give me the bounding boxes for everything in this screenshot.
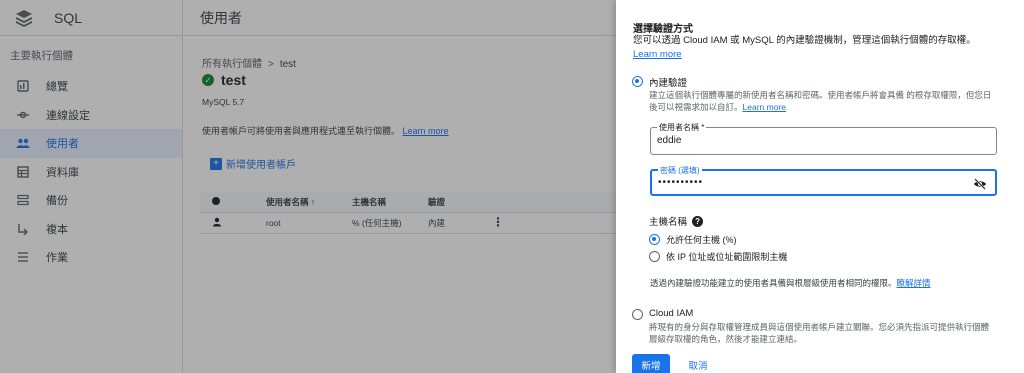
panel-subtitle-text: 您可以透過 Cloud IAM 或 MySQL 的內建驗證機制，管理這個執行個體… [633, 35, 976, 46]
cancel-button[interactable]: 取消 [679, 354, 717, 373]
auth-side-panel: 選擇驗證方式 您可以透過 Cloud IAM 或 MySQL 的內建驗證機制，管… [616, 0, 1024, 373]
privilege-note-text: 透過內建驗證功能建立的使用者具備與根層級使用者相同的權限。 [650, 278, 897, 288]
cloud-iam-desc-line-1: 將現有的身分與存取權管理成員與這個使用者帳戶建立關聯。您必須先指派可提供執行個體 [649, 322, 990, 332]
restrict-host-radio[interactable] [649, 251, 660, 262]
builtin-auth-description: 建立這個執行個體專屬的新使用者名稱和密碼。使用者帳戶將會具備 的根存取權限，但您… [649, 89, 1009, 113]
any-host-radio[interactable] [649, 234, 660, 245]
builtin-learn-more-link[interactable]: Learn more [743, 102, 786, 112]
panel-learn-more-link[interactable]: Learn more [633, 49, 682, 60]
builtin-desc-line-1: 建立這個執行個體專屬的新使用者名稱和密碼。使用者帳戶將會具備 的根存取權限，但您… [649, 90, 992, 100]
password-field-value[interactable]: •••••••••• [658, 177, 703, 188]
password-field[interactable]: 密碼 (選填) •••••••••• [650, 165, 997, 196]
username-field-label: 使用者名稱 * [657, 122, 707, 133]
visibility-off-icon[interactable] [973, 177, 987, 191]
username-field[interactable]: 使用者名稱 * eddie [650, 122, 997, 155]
cloud-iam-label[interactable]: Cloud IAM [649, 308, 693, 319]
cloud-iam-radio[interactable] [632, 309, 643, 320]
panel-title: 選擇驗證方式 [633, 24, 693, 35]
cloud-iam-description: 將現有的身分與存取權管理成員與這個使用者帳戶建立關聯。您必須先指派可提供執行個體… [649, 321, 1014, 345]
any-host-label[interactable]: 允許任何主機 (%) [666, 233, 737, 246]
builtin-auth-radio[interactable] [632, 76, 643, 87]
panel-subtitle: 您可以透過 Cloud IAM 或 MySQL 的內建驗證機制，管理這個執行個體… [633, 34, 998, 62]
builtin-auth-label[interactable]: 內建驗證 [649, 75, 687, 89]
privilege-note: 透過內建驗證功能建立的使用者具備與根層級使用者相同的權限。瞭解詳情 [650, 277, 931, 289]
host-heading: 主機名稱 ? [649, 214, 704, 228]
add-button[interactable]: 新增 [632, 354, 670, 373]
help-icon[interactable]: ? [692, 215, 704, 227]
restrict-host-label[interactable]: 依 IP 位址或位址範圍限制主機 [666, 250, 787, 263]
builtin-desc-line-2: 後可以視需求加以自訂。 [649, 102, 743, 112]
privilege-note-link[interactable]: 瞭解詳情 [897, 278, 931, 288]
cloud-iam-desc-line-2: 層級存取權的角色，然後才能建立連結。 [649, 334, 803, 344]
host-heading-text: 主機名稱 [649, 217, 688, 228]
username-field-value[interactable]: eddie [657, 135, 681, 146]
password-field-label: 密碼 (選填) [658, 165, 702, 176]
